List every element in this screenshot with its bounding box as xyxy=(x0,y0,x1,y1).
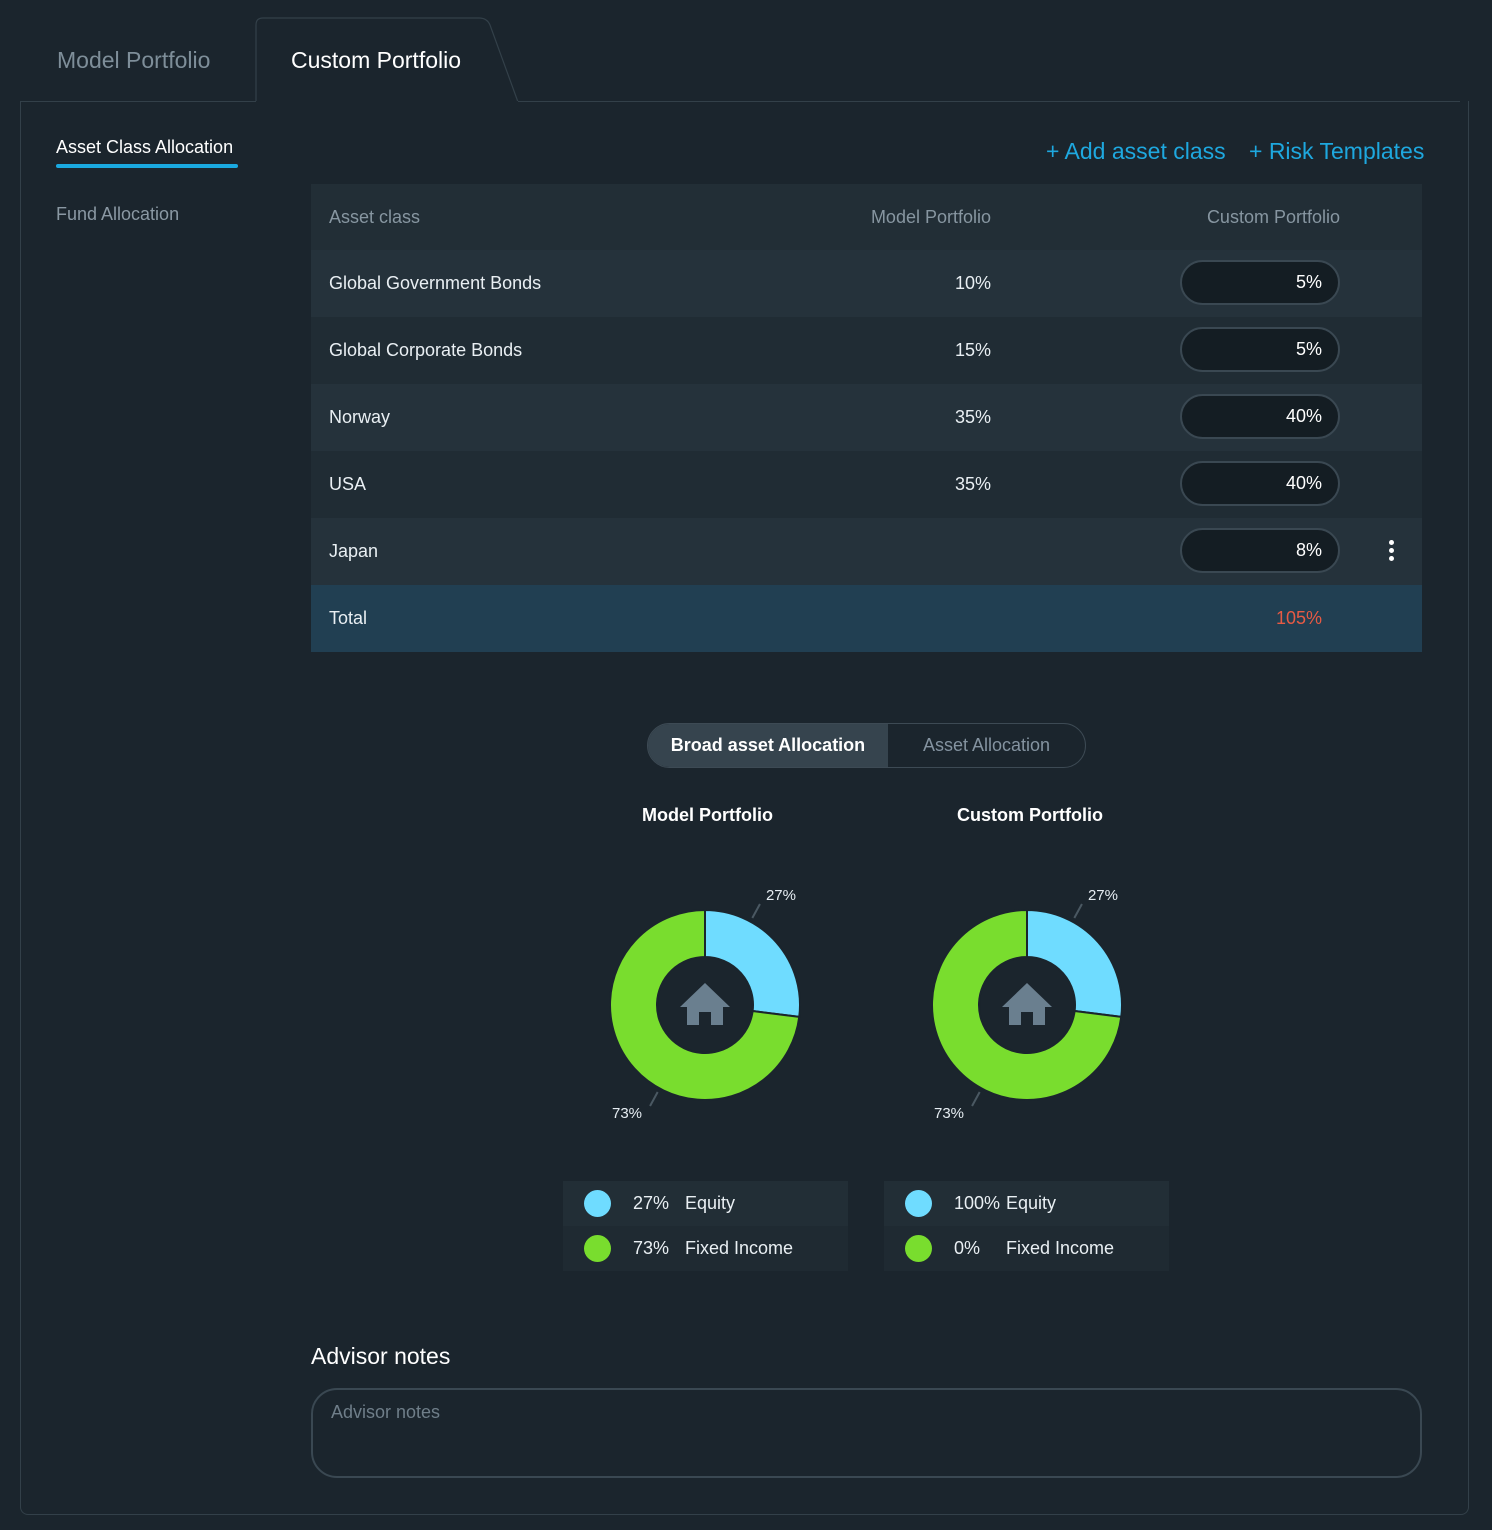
column-header-model-portfolio: Model Portfolio xyxy=(870,206,991,227)
toggle-broad-asset-allocation[interactable]: Broad asset Allocation xyxy=(648,724,888,767)
toggle-asset-allocation[interactable]: Asset Allocation xyxy=(888,724,1085,767)
leader-line xyxy=(971,1091,981,1107)
asset-class-name: Japan xyxy=(329,541,379,561)
legend-label: Fixed Income xyxy=(1006,1238,1115,1258)
legend-item: 27% Equity xyxy=(563,1181,848,1226)
custom-portfolio-input[interactable]: 5% xyxy=(1180,260,1340,305)
slice-percent-label: 73% xyxy=(934,1105,964,1122)
custom-portfolio-chart-title: Custom Portfolio xyxy=(957,805,1103,825)
custom-portfolio-input[interactable]: 8% xyxy=(1180,528,1340,573)
advisor-notes-title: Advisor notes xyxy=(311,1343,451,1369)
active-nav-indicator xyxy=(56,164,238,168)
legend-percent: 27% xyxy=(633,1193,670,1213)
custom-portfolio-input[interactable]: 40% xyxy=(1180,461,1340,506)
slice-percent-label: 27% xyxy=(1088,887,1118,904)
table-row: Global Government Bonds 10% 5% xyxy=(311,250,1422,317)
table-header-row: Asset class Model Portfolio Custom Portf… xyxy=(311,184,1422,250)
risk-templates-button[interactable]: + Risk Templates xyxy=(1249,138,1424,165)
model-portfolio-chart-title: Model Portfolio xyxy=(642,805,773,825)
leader-line xyxy=(751,903,761,919)
column-header-custom-portfolio: Custom Portfolio xyxy=(1206,206,1340,227)
legend-item: 73% Fixed Income xyxy=(563,1226,848,1271)
table-total-row: Total 105% xyxy=(311,585,1422,652)
table-row: Norway 35% 40% xyxy=(311,384,1422,451)
equity-color-dot xyxy=(905,1190,932,1217)
advisor-notes-textarea[interactable] xyxy=(311,1388,1422,1478)
custom-portfolio-donut-chart: 27% 73% xyxy=(931,887,1123,1122)
legend-item: 100% Equity xyxy=(884,1181,1169,1226)
asset-class-name: USA xyxy=(329,474,367,494)
slice-percent-label: 27% xyxy=(766,887,796,904)
legend-percent: 0% xyxy=(954,1238,981,1258)
slice-percent-label: 73% xyxy=(612,1105,642,1122)
panel-border xyxy=(518,101,1460,102)
allocation-view-toggle: Broad asset Allocation Asset Allocation xyxy=(647,723,1086,768)
legend-label: Fixed Income xyxy=(685,1238,794,1258)
equity-color-dot xyxy=(584,1190,611,1217)
leader-line xyxy=(649,1091,659,1107)
fixed-income-color-dot xyxy=(584,1235,611,1262)
table-row: USA 35% 40% xyxy=(311,451,1422,518)
model-portfolio-value: 15% xyxy=(954,340,991,360)
asset-class-name: Global Corporate Bonds xyxy=(329,340,523,360)
table-row: Global Corporate Bonds 15% 5% xyxy=(311,317,1422,384)
allocation-table: Asset class Model Portfolio Custom Portf… xyxy=(311,184,1422,652)
leader-line xyxy=(1073,903,1083,919)
legend-label: Equity xyxy=(1006,1193,1057,1213)
asset-class-name: Global Government Bonds xyxy=(329,273,542,293)
legend-percent: 73% xyxy=(633,1238,670,1258)
tab-custom-portfolio[interactable]: Custom Portfolio xyxy=(291,18,461,102)
legend-item: 0% Fixed Income xyxy=(884,1226,1169,1271)
model-portfolio-value: 35% xyxy=(954,474,991,494)
legend-label: Equity xyxy=(685,1193,736,1213)
side-nav-asset-class-allocation[interactable]: Asset Class Allocation xyxy=(56,137,233,158)
custom-portfolio-legend: 100% Equity 0% Fixed Income xyxy=(884,1181,1169,1271)
custom-portfolio-input[interactable]: 40% xyxy=(1180,394,1340,439)
panel-border xyxy=(20,101,256,102)
table-row: Japan 8% xyxy=(311,518,1422,585)
total-value: 105% xyxy=(1275,608,1322,628)
column-header-asset-class: Asset class xyxy=(329,206,421,227)
side-nav-fund-allocation[interactable]: Fund Allocation xyxy=(56,204,179,225)
fixed-income-color-dot xyxy=(905,1235,932,1262)
model-portfolio-donut-chart: 27% 73% xyxy=(609,887,801,1122)
tab-model-portfolio[interactable]: Model Portfolio xyxy=(57,18,210,102)
model-portfolio-value: 10% xyxy=(954,273,991,293)
total-label: Total xyxy=(329,608,368,628)
model-portfolio-legend: 27% Equity 73% Fixed Income xyxy=(563,1181,848,1271)
model-portfolio-value: 35% xyxy=(954,407,991,427)
add-asset-class-button[interactable]: + Add asset class xyxy=(1046,138,1226,165)
custom-portfolio-input[interactable]: 5% xyxy=(1180,327,1340,372)
row-options-menu-icon[interactable] xyxy=(1385,540,1397,564)
legend-percent: 100% xyxy=(954,1193,1001,1213)
asset-class-name: Norway xyxy=(329,407,391,427)
